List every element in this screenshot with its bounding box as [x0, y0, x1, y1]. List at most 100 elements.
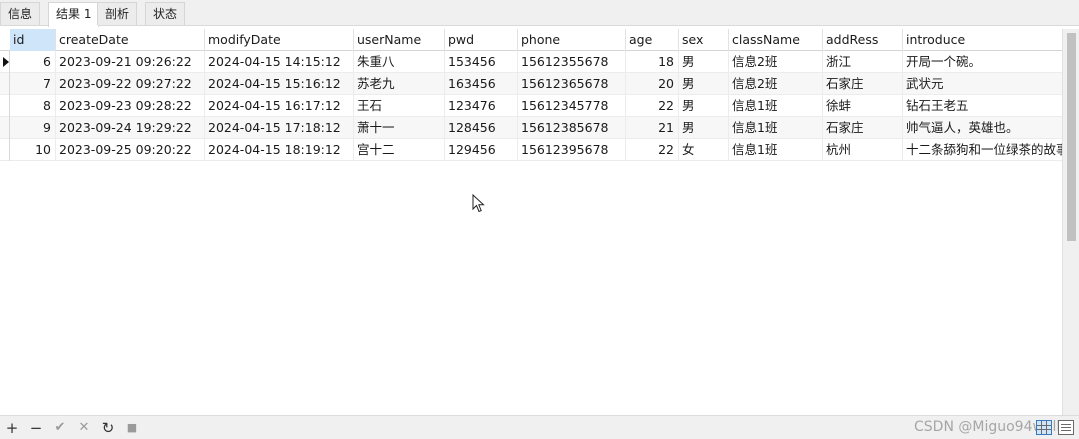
cell-createdate[interactable]: 2023-09-22 09:27:22 — [56, 73, 205, 95]
cell-pwd[interactable]: 123476 — [445, 95, 518, 117]
table-row[interactable]: 10 2023-09-25 09:20:22 2024-04-15 18:19:12… — [0, 139, 1062, 161]
apply-changes-button[interactable]: ✔ — [51, 419, 69, 437]
cell-sex[interactable]: 男 — [679, 95, 729, 117]
grid-header-row: id createDate modifyDate userName pwd ph… — [0, 29, 1062, 51]
cell-phone[interactable]: 15612355678 — [518, 51, 626, 73]
column-header-address[interactable]: addRess — [823, 29, 903, 51]
cell-age[interactable]: 22 — [626, 95, 679, 117]
result-grid[interactable]: id createDate modifyDate userName pwd ph… — [0, 29, 1062, 415]
cell-createdate[interactable]: 2023-09-25 09:20:22 — [56, 139, 205, 161]
row-indicator[interactable] — [0, 73, 10, 95]
cell-modifydate[interactable]: 2024-04-15 18:19:12 — [205, 139, 354, 161]
mouse-pointer-icon — [472, 194, 485, 213]
cell-username[interactable]: 朱重八 — [354, 51, 445, 73]
vertical-scrollbar[interactable] — [1062, 29, 1079, 415]
row-indicator[interactable] — [0, 95, 10, 117]
cell-id[interactable]: 10 — [10, 139, 56, 161]
cell-username[interactable]: 王石 — [354, 95, 445, 117]
cell-pwd[interactable]: 153456 — [445, 51, 518, 73]
discard-changes-button[interactable]: ✕ — [75, 419, 93, 437]
column-header-age[interactable]: age — [626, 29, 679, 51]
cell-address[interactable]: 浙江 — [823, 51, 903, 73]
cell-modifydate[interactable]: 2024-04-15 14:15:12 — [205, 51, 354, 73]
cell-id[interactable]: 8 — [10, 95, 56, 117]
delete-record-button[interactable]: − — [27, 419, 45, 437]
cell-modifydate[interactable]: 2024-04-15 17:18:12 — [205, 117, 354, 139]
cell-age[interactable]: 18 — [626, 51, 679, 73]
cell-modifydate[interactable]: 2024-04-15 15:16:12 — [205, 73, 354, 95]
cell-address[interactable]: 杭州 — [823, 139, 903, 161]
tab-profile-label: 剖析 — [105, 7, 130, 21]
column-header-phone[interactable]: phone — [518, 29, 626, 51]
cell-sex[interactable]: 女 — [679, 139, 729, 161]
cell-pwd[interactable]: 129456 — [445, 139, 518, 161]
cell-createdate[interactable]: 2023-09-23 09:28:22 — [56, 95, 205, 117]
column-header-sex[interactable]: sex — [679, 29, 729, 51]
cell-modifydate[interactable]: 2024-04-15 16:17:12 — [205, 95, 354, 117]
scrollbar-thumb[interactable] — [1067, 33, 1076, 241]
cell-introduce[interactable]: 帅气逼人，英雄也。 — [903, 117, 1062, 139]
cell-classname[interactable]: 信息1班 — [729, 117, 823, 139]
grid-toolbar: + − ✔ ✕ ↻ ■ CSDN @Miguo94well — [0, 415, 1079, 439]
cell-introduce[interactable]: 十二条舔狗和一位绿茶的故事 — [903, 139, 1062, 161]
tab-info[interactable]: 信息 — [0, 2, 41, 25]
refresh-button[interactable]: ↻ — [99, 419, 117, 437]
cell-address[interactable]: 徐蚌 — [823, 95, 903, 117]
tab-result-1-label: 结果 1 — [56, 7, 92, 21]
cell-sex[interactable]: 男 — [679, 117, 729, 139]
table-row[interactable]: 7 2023-09-22 09:27:22 2024-04-15 15:16:12 苏… — [0, 73, 1062, 95]
cell-createdate[interactable]: 2023-09-24 19:29:22 — [56, 117, 205, 139]
cell-sex[interactable]: 男 — [679, 51, 729, 73]
cell-createdate[interactable]: 2023-09-21 09:26:22 — [56, 51, 205, 73]
tab-result-1[interactable]: 结果 1 — [48, 2, 100, 27]
column-header-username[interactable]: userName — [354, 29, 445, 51]
cell-phone[interactable]: 15612385678 — [518, 117, 626, 139]
cell-phone[interactable]: 15612345778 — [518, 95, 626, 117]
table-row[interactable]: 6 2023-09-21 09:26:22 2024-04-15 14:15:12 朱… — [0, 51, 1062, 73]
form-view-icon[interactable] — [1058, 420, 1074, 435]
column-header-id[interactable]: id — [10, 29, 56, 51]
grid-view-icon[interactable] — [1036, 420, 1052, 435]
cell-sex[interactable]: 男 — [679, 73, 729, 95]
column-header-classname[interactable]: className — [729, 29, 823, 51]
tab-profile[interactable]: 剖析 — [97, 2, 138, 25]
cell-classname[interactable]: 信息2班 — [729, 73, 823, 95]
table-row[interactable]: 8 2023-09-23 09:28:22 2024-04-15 16:17:12 王… — [0, 95, 1062, 117]
add-record-button[interactable]: + — [3, 419, 21, 437]
column-header-pwd[interactable]: pwd — [445, 29, 518, 51]
current-row-caret-icon — [3, 57, 9, 67]
tab-status-label: 状态 — [153, 7, 178, 21]
cell-username[interactable]: 萧十一 — [354, 117, 445, 139]
cell-phone[interactable]: 15612395678 — [518, 139, 626, 161]
cell-username[interactable]: 宫十二 — [354, 139, 445, 161]
cell-phone[interactable]: 15612365678 — [518, 73, 626, 95]
cell-introduce[interactable]: 钻石王老五 — [903, 95, 1062, 117]
cell-username[interactable]: 苏老九 — [354, 73, 445, 95]
column-header-introduce[interactable]: introduce — [903, 29, 1062, 51]
cell-id[interactable]: 7 — [10, 73, 56, 95]
stop-button[interactable]: ■ — [123, 419, 141, 437]
column-header-createdate[interactable]: createDate — [56, 29, 205, 51]
cell-age[interactable]: 22 — [626, 139, 679, 161]
cell-id[interactable]: 9 — [10, 117, 56, 139]
cell-address[interactable]: 石家庄 — [823, 73, 903, 95]
cell-address[interactable]: 石家庄 — [823, 117, 903, 139]
row-indicator[interactable] — [0, 117, 10, 139]
cell-age[interactable]: 21 — [626, 117, 679, 139]
column-header-modifydate[interactable]: modifyDate — [205, 29, 354, 51]
row-indicator[interactable] — [0, 139, 10, 161]
cell-age[interactable]: 20 — [626, 73, 679, 95]
cell-introduce[interactable]: 武状元 — [903, 73, 1062, 95]
cell-introduce[interactable]: 开局一个碗。 — [903, 51, 1062, 73]
tab-info-label: 信息 — [8, 7, 33, 21]
row-indicator[interactable] — [0, 51, 10, 73]
tab-status[interactable]: 状态 — [145, 2, 186, 25]
cell-pwd[interactable]: 128456 — [445, 117, 518, 139]
table-row[interactable]: 9 2023-09-24 19:29:22 2024-04-15 17:18:12 萧… — [0, 117, 1062, 139]
cell-pwd[interactable]: 163456 — [445, 73, 518, 95]
cell-classname[interactable]: 信息2班 — [729, 51, 823, 73]
result-tab-bar: 信息 结果 1 剖析 状态 — [0, 0, 1079, 27]
cell-classname[interactable]: 信息1班 — [729, 95, 823, 117]
cell-classname[interactable]: 信息1班 — [729, 139, 823, 161]
cell-id[interactable]: 6 — [10, 51, 56, 73]
